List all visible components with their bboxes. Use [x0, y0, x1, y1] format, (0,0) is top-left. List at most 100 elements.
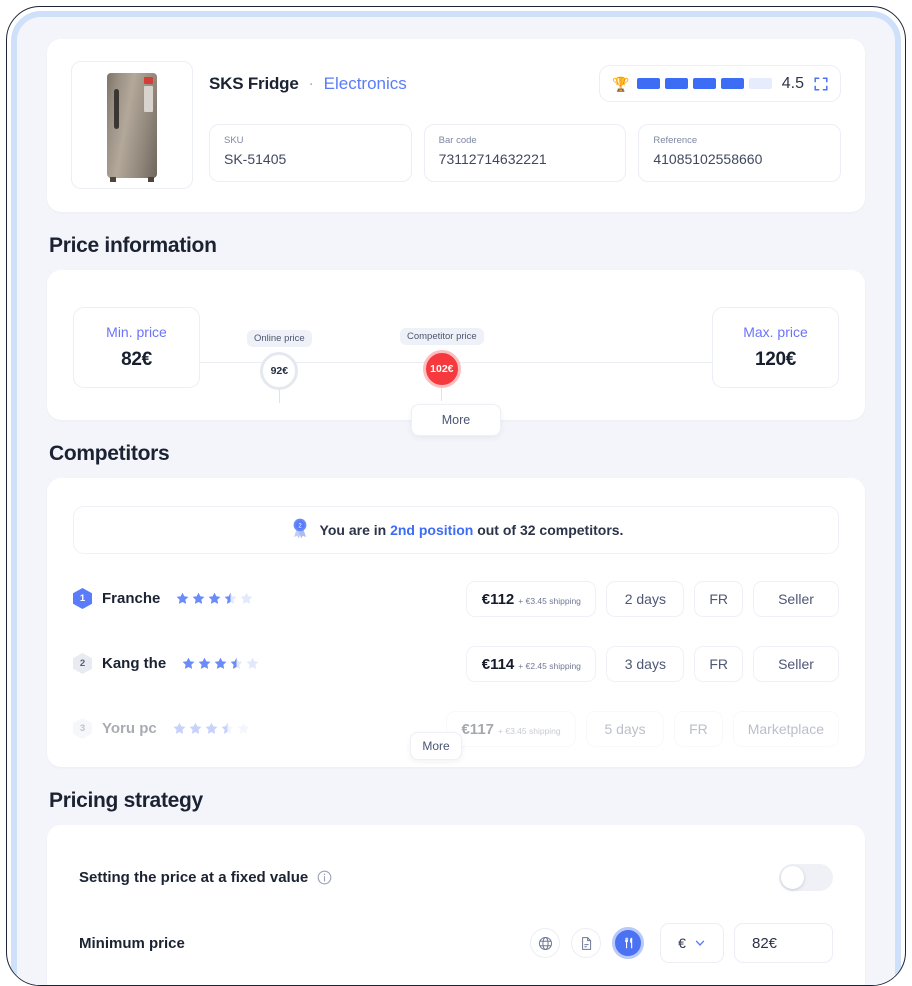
minimum-price-row: Minimum price € 82€ — [79, 921, 833, 965]
competitor-shipping: + €3.45 shipping — [498, 725, 561, 736]
page-content: SKS Fridge · Electronics 🏆 4.5 SKU SK-51… — [17, 17, 895, 985]
currency-select[interactable]: € — [660, 923, 724, 963]
rating-bar-3 — [692, 78, 716, 89]
meta-box-sku: SKU SK-51405 — [209, 124, 412, 182]
toggle-knob — [781, 865, 804, 889]
section-title-price-information: Price information — [49, 234, 217, 257]
star-icon — [182, 657, 195, 669]
meta-value: 73112714632221 — [438, 151, 547, 167]
document-icon[interactable] — [571, 928, 601, 958]
meta-value: SK-51405 — [224, 151, 287, 167]
star-half-icon — [230, 657, 243, 669]
max-price-label: Max. price — [743, 323, 808, 340]
pricing-strategy-card: Setting the price at a fixed value Minim… — [47, 825, 865, 985]
product-meta-row: SKU SK-51405 Bar code 73112714632221 Ref… — [209, 124, 842, 182]
rank-badge: 2 — [73, 653, 92, 674]
rank-badge: 3 — [73, 718, 92, 739]
competitors-more-button[interactable]: More — [410, 732, 462, 760]
rating-bar-2 — [664, 78, 688, 89]
channel-pill: Seller — [753, 645, 839, 682]
position-text: You are in 2nd position out of 32 compet… — [320, 522, 624, 538]
chevron-down-icon — [695, 940, 705, 947]
info-icon[interactable] — [317, 870, 332, 885]
star-icon — [214, 657, 227, 669]
star-rating — [176, 592, 253, 605]
fixed-value-toggle[interactable] — [779, 863, 833, 891]
meta-label: Reference — [653, 135, 698, 146]
channel-pill: Marketplace — [732, 710, 839, 747]
meta-label: SKU — [224, 135, 244, 146]
rating-chip[interactable]: 🏆 4.5 — [599, 65, 841, 102]
competitor-price-pill: €117 + €3.45 shipping — [446, 710, 577, 747]
device-frame: SKS Fridge · Electronics 🏆 4.5 SKU SK-51… — [6, 6, 906, 986]
section-title-pricing-strategy: Pricing strategy — [49, 789, 203, 812]
table-row[interactable]: 1 Franche €112 + €3.45 shipping 2 days F… — [73, 566, 839, 631]
product-thumbnail — [71, 61, 193, 189]
minimum-price-input[interactable]: 82€ — [734, 923, 833, 963]
min-price-box: Min. price 82€ — [73, 306, 200, 388]
country-pill: FR — [694, 645, 743, 682]
rating-value: 4.5 — [781, 74, 804, 92]
competitor-price-value: 102€ — [422, 350, 461, 388]
country-pill: FR — [674, 710, 723, 747]
competitor-price-amount: €114 — [481, 655, 515, 673]
competitor-price-marker[interactable]: Competitor price 102€ — [400, 328, 484, 401]
competitor-name: Franche — [102, 590, 161, 607]
fridge-label-detail — [144, 85, 153, 112]
meta-value: 41085102558660 — [653, 151, 763, 167]
fridge-foot-right — [148, 176, 154, 182]
price-row: Min. price 82€ Max. price 120€ Online pr… — [73, 300, 839, 403]
star-empty-icon — [240, 592, 253, 604]
rating-bar-1 — [636, 78, 660, 89]
fridge-foot-left — [110, 176, 116, 182]
product-title-row: SKS Fridge · Electronics 🏆 4.5 — [209, 65, 841, 102]
position-banner: 2 You are in 2nd position out of 32 comp… — [73, 506, 839, 554]
section-title-competitors: Competitors — [49, 442, 170, 465]
minimum-price-label: Minimum price — [79, 934, 185, 952]
trophy-icon: 🏆 — [612, 75, 630, 92]
delivery-pill: 3 days — [606, 645, 685, 682]
star-icon — [208, 592, 221, 604]
rating-bar-5 — [748, 78, 772, 89]
star-empty-icon — [246, 657, 259, 669]
product-category-link[interactable]: Electronics — [324, 74, 407, 94]
fixed-value-label: Setting the price at a fixed value — [79, 868, 309, 886]
price-information-card: Min. price 82€ Max. price 120€ Online pr… — [47, 270, 865, 436]
star-half-icon — [224, 592, 237, 604]
position-prefix: You are in — [319, 522, 391, 538]
star-rating — [182, 657, 259, 670]
expand-icon[interactable] — [814, 76, 828, 91]
delivery-pill: 2 days — [606, 580, 685, 617]
online-price-marker[interactable]: Online price 92€ — [247, 330, 312, 403]
competitor-price-tag: Competitor price — [400, 328, 484, 345]
meta-label: Bar code — [438, 135, 477, 146]
competitor-price-pill: €114 + €2.45 shipping — [466, 645, 597, 682]
rating-bars — [636, 78, 772, 89]
competitor-price-stem — [441, 388, 443, 401]
title-separator: · — [308, 75, 314, 92]
globe-icon[interactable] — [530, 928, 560, 958]
competitors-card: 2 You are in 2nd position out of 32 comp… — [47, 478, 865, 767]
star-icon — [189, 722, 202, 734]
min-price-value: 82€ — [121, 348, 152, 370]
competitor-shipping: + €2.45 shipping — [518, 660, 581, 671]
currency-value: € — [678, 935, 686, 951]
star-icon — [205, 722, 218, 734]
rank-badge: 1 — [73, 588, 92, 609]
price-more-button[interactable]: More — [411, 404, 501, 436]
star-half-icon — [221, 722, 234, 734]
ribbon-award-icon: 2 — [289, 517, 311, 544]
delivery-pill: 5 days — [586, 710, 665, 747]
max-price-value: 120€ — [754, 348, 797, 370]
table-row[interactable]: 2 Kang the €114 + €2.45 shipping 3 days … — [73, 631, 839, 696]
min-price-label: Min. price — [106, 323, 167, 340]
page-title: SKS Fridge — [209, 73, 299, 93]
star-icon — [192, 592, 205, 604]
channel-pill: Seller — [753, 580, 839, 617]
fixed-value-row: Setting the price at a fixed value — [79, 855, 833, 899]
cutlery-icon[interactable] — [612, 927, 644, 959]
online-price-tag: Online price — [247, 330, 312, 347]
competitor-name: Kang the — [102, 655, 167, 672]
star-icon — [173, 722, 186, 734]
meta-box-reference: Reference 41085102558660 — [638, 124, 842, 182]
